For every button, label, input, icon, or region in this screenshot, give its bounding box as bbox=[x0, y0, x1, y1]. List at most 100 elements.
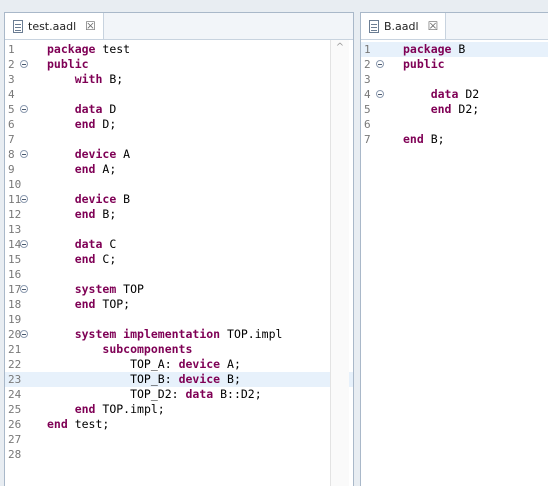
code-lines: 1 package test 2 public 3 with B; 4 5 data D6 … bbox=[5, 42, 353, 462]
code-line[interactable]: 14 data C bbox=[5, 237, 353, 252]
collapse-fold-icon[interactable] bbox=[20, 150, 28, 158]
tab-label: B.aadl bbox=[384, 19, 419, 33]
code-token: TOP; bbox=[95, 297, 131, 311]
code-text: subcomponents bbox=[47, 342, 192, 357]
code-token: TOP_D2: bbox=[47, 387, 186, 401]
keyword-token: device bbox=[74, 192, 117, 206]
line-number: 10 bbox=[8, 178, 22, 191]
keyword-token: end bbox=[74, 402, 96, 416]
keyword-token: system implementation bbox=[74, 327, 221, 341]
line-number: 6 bbox=[8, 118, 15, 131]
keyword-token: end bbox=[74, 297, 96, 311]
collapse-fold-icon[interactable] bbox=[20, 240, 28, 248]
line-number: 4 bbox=[8, 88, 15, 101]
code-line[interactable]: 17 system TOP bbox=[5, 282, 353, 297]
code-text: end TOP; bbox=[47, 297, 130, 312]
collapse-fold-icon[interactable] bbox=[376, 90, 384, 98]
code-token: D bbox=[102, 102, 117, 116]
code-text: end test; bbox=[47, 417, 109, 432]
tab-b-aadl[interactable]: B.aadl ☒ bbox=[361, 13, 447, 39]
keyword-token: package bbox=[47, 42, 96, 56]
code-editor[interactable]: 1 package B 2 public 3 4 data D2 5 end D2; 6 7 en… bbox=[361, 40, 548, 486]
code-line[interactable]: 16 bbox=[5, 267, 353, 282]
code-line[interactable]: 5 data D bbox=[5, 102, 353, 117]
code-line[interactable]: 27 bbox=[5, 432, 353, 447]
keyword-token: end bbox=[74, 207, 96, 221]
code-token: A; bbox=[95, 162, 117, 176]
code-editor[interactable]: 1 package test 2 public 3 with B; 4 5 data D6 … bbox=[5, 40, 353, 486]
code-line[interactable]: 6 bbox=[361, 117, 548, 132]
code-line[interactable]: 7 end B; bbox=[361, 132, 548, 147]
code-line[interactable]: 2 public bbox=[361, 57, 548, 72]
tab-label: test.aadl bbox=[28, 19, 77, 33]
code-line[interactable]: 19 bbox=[5, 312, 353, 327]
code-text: end C; bbox=[47, 252, 117, 267]
code-token: C; bbox=[95, 252, 117, 266]
collapse-fold-icon[interactable] bbox=[20, 105, 28, 113]
code-line[interactable]: 20 system implementation TOP.impl bbox=[5, 327, 353, 342]
code-line[interactable]: 24 TOP_D2: data B::D2; bbox=[5, 387, 353, 402]
editor-pane-b-aadl: B.aadl ☒ 1 package B 2 public 3 4 data D2 5 en… bbox=[360, 12, 548, 486]
tab-test-aadl[interactable]: test.aadl ☒ bbox=[5, 13, 104, 39]
line-number: 25 bbox=[8, 403, 22, 416]
collapse-fold-icon[interactable] bbox=[20, 330, 28, 338]
close-icon[interactable]: ☒ bbox=[85, 20, 96, 32]
code-token: C bbox=[102, 237, 117, 251]
close-icon[interactable]: ☒ bbox=[428, 20, 439, 32]
code-line[interactable]: 28 bbox=[5, 447, 353, 462]
code-text: end D; bbox=[47, 117, 117, 132]
code-line[interactable]: 3 bbox=[361, 72, 548, 87]
collapse-fold-icon[interactable] bbox=[20, 285, 28, 293]
code-line[interactable]: 21 subcomponents bbox=[5, 342, 353, 357]
line-number: 13 bbox=[8, 223, 22, 236]
code-line[interactable]: 1 package B bbox=[361, 42, 548, 57]
code-line[interactable]: 5 end D2; bbox=[361, 102, 548, 117]
line-number: 27 bbox=[8, 433, 22, 446]
code-token: TOP.impl; bbox=[95, 402, 165, 416]
keyword-token: subcomponents bbox=[102, 342, 193, 356]
code-line[interactable]: 10 bbox=[5, 177, 353, 192]
code-line[interactable]: 26 end test; bbox=[5, 417, 353, 432]
collapse-fold-icon[interactable] bbox=[20, 60, 28, 68]
vertical-scrollbar[interactable]: ^ bbox=[330, 40, 349, 486]
keyword-token: end bbox=[74, 162, 96, 176]
code-line[interactable]: 15 end C; bbox=[5, 252, 353, 267]
code-line[interactable]: 3 with B; bbox=[5, 72, 353, 87]
keyword-token: data bbox=[74, 237, 103, 251]
line-number: 22 bbox=[8, 358, 22, 371]
keyword-token: data bbox=[74, 102, 103, 116]
code-line[interactable]: 7 bbox=[5, 132, 353, 147]
collapse-fold-icon[interactable] bbox=[20, 195, 28, 203]
collapse-fold-icon[interactable] bbox=[376, 60, 384, 68]
code-line[interactable]: 2 public bbox=[5, 57, 353, 72]
line-number: 24 bbox=[8, 388, 22, 401]
code-token: A bbox=[116, 147, 131, 161]
line-number: 23 bbox=[8, 373, 22, 386]
code-line[interactable]: 4 data D2 bbox=[361, 87, 548, 102]
code-line[interactable]: 18 end TOP; bbox=[5, 297, 353, 312]
code-token: D2; bbox=[451, 102, 480, 116]
code-text: package test bbox=[47, 42, 130, 57]
code-line[interactable]: 12 end B; bbox=[5, 207, 353, 222]
code-line[interactable]: 6 end D; bbox=[5, 117, 353, 132]
line-number: 28 bbox=[8, 448, 22, 461]
code-lines: 1 package B 2 public 3 4 data D2 5 end D2; 6 7 en… bbox=[361, 42, 548, 147]
line-number: 1 bbox=[8, 43, 15, 56]
scroll-up-icon[interactable]: ^ bbox=[331, 40, 349, 56]
code-line[interactable]: 25 end TOP.impl; bbox=[5, 402, 353, 417]
keyword-token: public bbox=[403, 57, 445, 71]
code-line[interactable]: 13 bbox=[5, 222, 353, 237]
code-text: with B; bbox=[47, 72, 123, 87]
code-line[interactable]: 11 device B bbox=[5, 192, 353, 207]
code-line[interactable]: 8 device A bbox=[5, 147, 353, 162]
code-line[interactable]: 9 end A; bbox=[5, 162, 353, 177]
code-line[interactable]: 4 bbox=[5, 87, 353, 102]
code-token: A; bbox=[220, 357, 241, 371]
code-line[interactable]: 22 TOP_A: device A; bbox=[5, 357, 353, 372]
code-line[interactable]: 23 TOP_B: device B; bbox=[5, 372, 353, 387]
code-token: TOP_B: bbox=[47, 372, 179, 386]
code-line[interactable]: 1 package test bbox=[5, 42, 353, 57]
